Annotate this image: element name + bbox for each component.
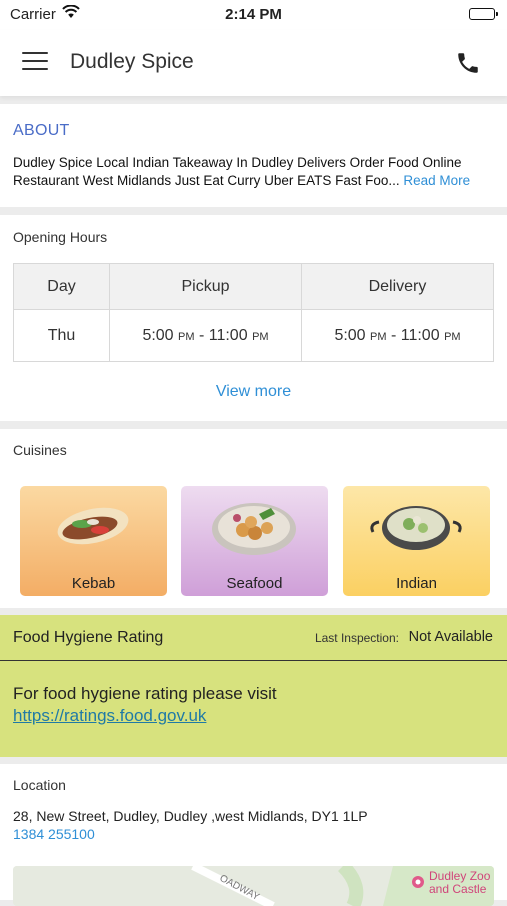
map-label-line1: Dudley Zoo <box>429 869 491 883</box>
header-delivery: Delivery <box>301 263 494 310</box>
hamburger-menu-icon[interactable] <box>22 52 48 72</box>
location-section: Location 28, New Street, Dudley, Dudley … <box>0 764 507 906</box>
hygiene-message: For food hygiene rating please visit htt… <box>13 683 277 727</box>
cuisine-label-indian: Indian <box>396 575 437 592</box>
cuisine-label-kebab: Kebab <box>71 575 116 592</box>
row-day: Thu <box>13 309 110 362</box>
hygiene-ratings-link[interactable]: https://ratings.food.gov.uk <box>13 705 277 727</box>
nav-bar: Dudley Spice <box>0 30 507 96</box>
cuisine-tile-seafood[interactable]: Seafood <box>181 486 328 596</box>
opening-hours-label: Opening Hours <box>13 229 108 245</box>
location-label: Location <box>13 777 66 793</box>
about-heading: ABOUT <box>13 122 70 139</box>
cuisines-label: Cuisines <box>13 442 67 458</box>
cuisines-section: Cuisines Kebab Seafood Indian <box>0 429 507 608</box>
header-pickup: Pickup <box>109 263 302 310</box>
last-inspection-value: Not Available <box>408 629 493 645</box>
hygiene-header: Food Hygiene Rating Last Inspection: Not… <box>0 615 507 661</box>
cuisine-tile-kebab[interactable]: Kebab <box>20 486 167 596</box>
phone-number-link[interactable]: 1384 255100 <box>13 826 95 842</box>
clock: 2:14 PM <box>225 6 282 23</box>
about-section: ABOUT Dudley Spice Local Indian Takeaway… <box>0 104 507 207</box>
row-pickup-time: 5:00 PM - 11:00 PM <box>109 309 302 362</box>
about-text: Dudley Spice Local Indian Takeaway In Du… <box>13 154 498 190</box>
table-row: Thu 5:00 PM - 11:00 PM 5:00 PM - 11:00 P… <box>13 309 494 362</box>
cuisine-label-seafood: Seafood <box>226 575 283 592</box>
table-header-row: Day Pickup Delivery <box>13 263 494 310</box>
battery-icon <box>469 8 498 20</box>
view-more-link[interactable]: View more <box>0 383 507 401</box>
hygiene-title: Food Hygiene Rating <box>13 629 164 646</box>
page-title: Dudley Spice <box>70 50 194 73</box>
food-hygiene-section: Food Hygiene Rating Last Inspection: Not… <box>0 615 507 757</box>
opening-hours-table: Day Pickup Delivery Thu 5:00 PM - 11:00 … <box>13 263 494 362</box>
address-text: 28, New Street, Dudley, Dudley ,west Mid… <box>13 808 368 824</box>
read-more-link[interactable]: Read More <box>403 173 470 188</box>
about-description: Dudley Spice Local Indian Takeaway In Du… <box>13 155 462 188</box>
opening-hours-section: Opening Hours Day Pickup Delivery Thu 5:… <box>0 215 507 421</box>
status-bar: Carrier 2:14 PM <box>0 0 507 30</box>
last-inspection-label: Last Inspection: <box>314 631 399 645</box>
header-day: Day <box>13 263 110 310</box>
location-map[interactable]: OADWAY Dudley Zoo and Castle <box>13 866 494 906</box>
row-delivery-time: 5:00 PM - 11:00 PM <box>301 309 494 362</box>
cuisine-tile-indian[interactable]: Indian <box>343 486 490 596</box>
map-label-line2: and Castle <box>429 882 487 896</box>
phone-call-icon[interactable] <box>455 50 481 76</box>
hygiene-message-text: For food hygiene rating please visit <box>13 684 277 703</box>
